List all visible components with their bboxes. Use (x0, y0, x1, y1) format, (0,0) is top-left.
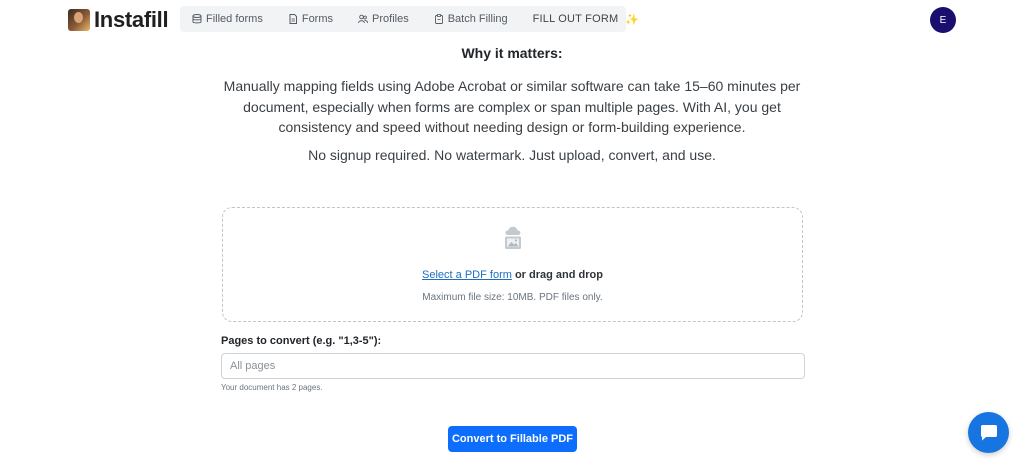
drag-drop-text: or drag and drop (511, 269, 603, 281)
select-pdf-link[interactable]: Select a PDF form (422, 269, 512, 281)
max-file-size-text: Maximum file size: 10MB. PDF files only. (422, 292, 603, 303)
avatar-initial: E (939, 14, 947, 26)
nav-forms[interactable]: Forms (288, 13, 333, 25)
document-icon (289, 14, 297, 24)
why-it-matters-heading: Why it matters: (461, 45, 563, 61)
nav-fill-out-form-label: FILL OUT FORM (532, 13, 619, 25)
why-it-matters-note: No signup required. No watermark. Just u… (308, 147, 716, 163)
clipboard-icon (434, 14, 443, 24)
pdf-dropzone[interactable]: Select a PDF form or drag and drop Maxim… (222, 207, 803, 322)
convert-to-fillable-pdf-button[interactable]: Convert to Fillable PDF (448, 426, 577, 452)
main-nav: Filled forms Forms Profiles Batch Fillin… (180, 6, 639, 32)
chat-icon (980, 424, 997, 440)
pages-to-convert-label: Pages to convert (e.g. "1,3-5"): (221, 335, 382, 347)
nav-filled-forms[interactable]: Filled forms (192, 13, 263, 25)
sparkle-icon: ✨ (625, 13, 640, 26)
people-icon (358, 14, 368, 24)
cloud-upload-icon (505, 226, 521, 249)
database-icon (192, 14, 202, 24)
nav-batch-filling-label: Batch Filling (447, 13, 508, 25)
why-it-matters-body: Manually mapping fields using Adobe Acro… (223, 78, 801, 135)
nav-profiles-label: Profiles (372, 13, 409, 25)
logo-image (68, 9, 90, 31)
nav-fill-out-form[interactable]: FILL OUT FORM ✨ (533, 13, 639, 26)
pages-to-convert-input[interactable] (221, 353, 805, 379)
nav-forms-label: Forms (301, 13, 334, 25)
brand-name: Instafill (94, 7, 169, 32)
nav-profiles[interactable]: Profiles (358, 13, 409, 25)
chat-widget-button[interactable] (968, 412, 1009, 453)
nav-filled-forms-label: Filled forms (206, 13, 263, 25)
top-navigation-bar: Instafill Filled forms Forms Profiles Ba… (0, 0, 1024, 40)
pages-help-text: Your document has 2 pages. (221, 383, 323, 392)
nav-batch-filling[interactable]: Batch Filling (434, 13, 508, 25)
select-pdf-line: Select a PDF form or drag and drop (223, 269, 802, 281)
brand-logo[interactable]: Instafill (68, 7, 169, 32)
user-avatar[interactable]: E (930, 7, 956, 33)
